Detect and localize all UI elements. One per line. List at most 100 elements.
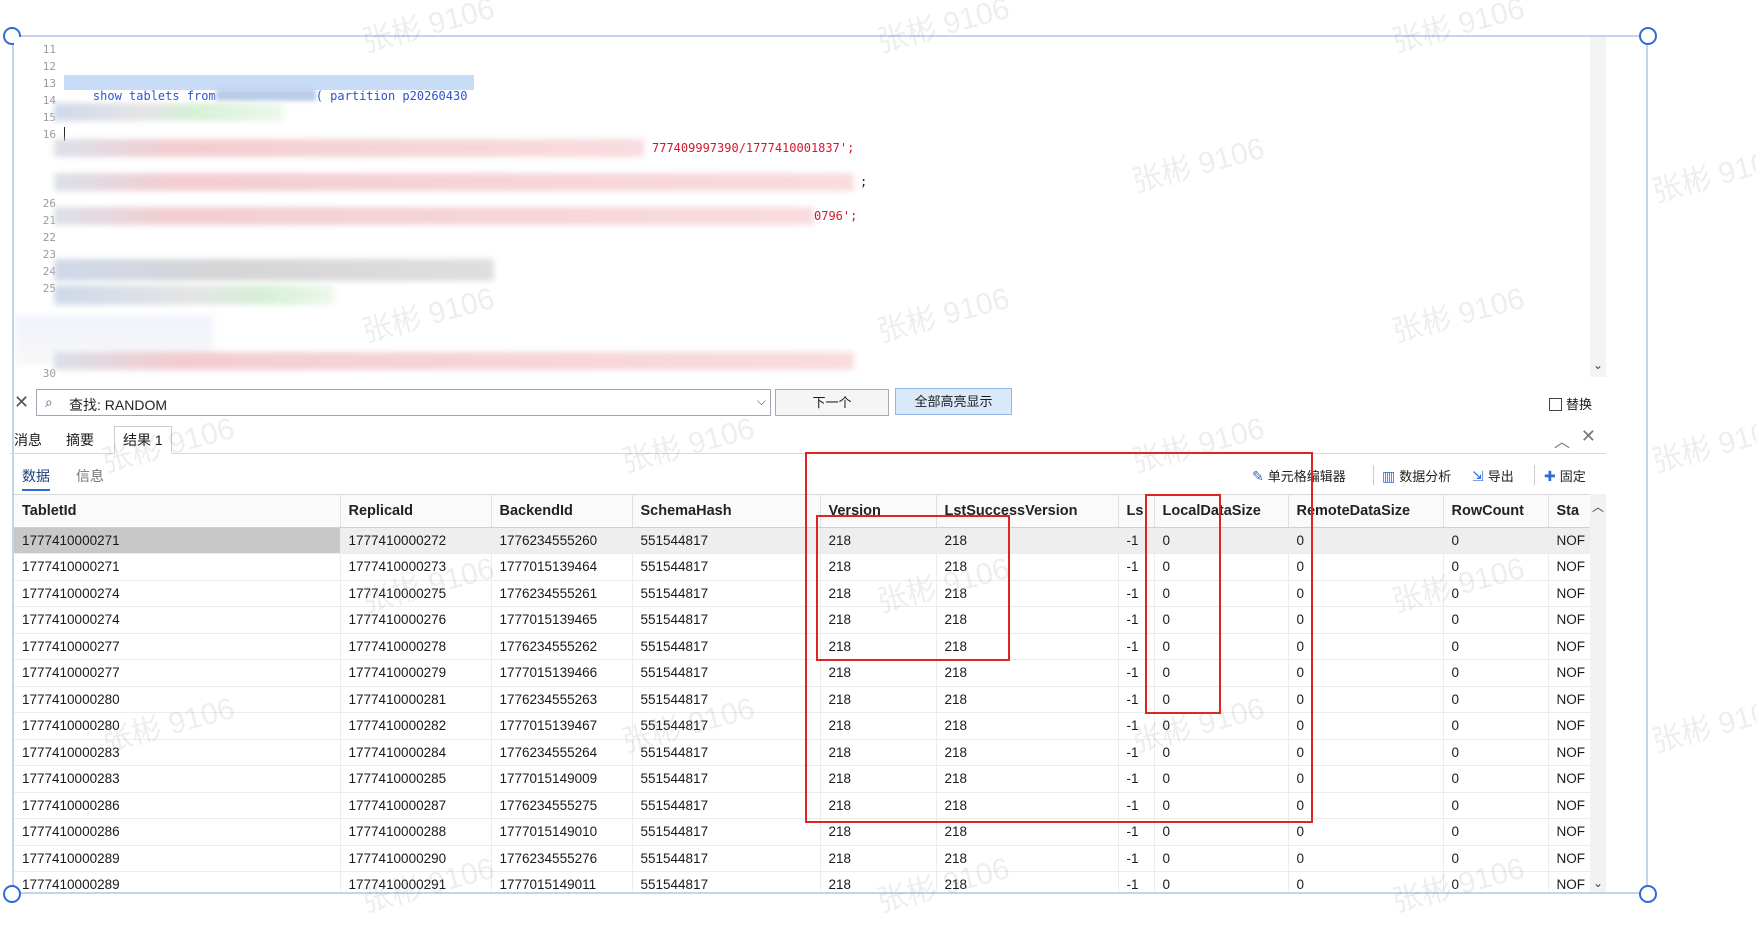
resize-handle-top-right[interactable] (1639, 27, 1657, 45)
table-row[interactable]: 1777410000289 1777410000291 1777015149011 5… (14, 871, 1591, 892)
table-row[interactable]: 1777410000277 1777410000278 1776234555262 5… (14, 633, 1591, 660)
table-row[interactable]: 1777410000271 1777410000272 1776234555260 5… (14, 527, 1591, 554)
table-cell[interactable]: 0 (1288, 871, 1444, 892)
table-cell[interactable]: 1777015139464 (491, 553, 633, 581)
editor-scrollbar[interactable] (1590, 37, 1606, 377)
table-cell[interactable]: 0 (1443, 686, 1549, 713)
table-cell[interactable]: 1777410000274 (14, 606, 341, 634)
table-cell[interactable]: 1777410000280 (14, 686, 341, 713)
table-cell[interactable]: -1 (1118, 845, 1155, 872)
table-cell[interactable]: 1777410000279 (340, 659, 492, 687)
table-cell[interactable]: NOF (1548, 712, 1591, 740)
table-cell[interactable]: NOF (1548, 580, 1591, 607)
table-cell[interactable]: 1777410000272 (340, 527, 492, 554)
table-cell[interactable]: 551544817 (632, 712, 821, 740)
table-cell[interactable]: 551544817 (632, 818, 821, 846)
table-cell[interactable]: 0 (1154, 871, 1289, 892)
table-row[interactable]: 1777410000271 1777410000273 1777015139464 5… (14, 553, 1591, 581)
table-cell[interactable]: 1777410000286 (14, 792, 341, 819)
table-cell[interactable]: 1777015139466 (491, 659, 633, 687)
table-cell[interactable]: 1777410000280 (14, 712, 341, 740)
column-header[interactable]: RowCount (1443, 495, 1549, 528)
subtab-info[interactable]: 信息 (76, 466, 104, 486)
table-cell[interactable]: 0 (1443, 739, 1549, 766)
table-cell[interactable]: 1777410000278 (340, 633, 492, 660)
table-cell[interactable]: 0 (1154, 845, 1289, 872)
close-panel-icon[interactable]: ✕ (1581, 426, 1596, 447)
scroll-up-icon[interactable]: ︿ (1590, 498, 1606, 515)
table-cell[interactable]: 1777410000288 (340, 818, 492, 846)
table-cell[interactable]: 1777410000291 (340, 871, 492, 892)
find-next-button[interactable]: 下一个 (775, 389, 889, 416)
table-cell[interactable]: 0 (1443, 580, 1549, 607)
table-cell[interactable]: 551544817 (632, 845, 821, 872)
table-cell[interactable]: 1777410000289 (14, 871, 341, 892)
table-cell[interactable]: 551544817 (632, 633, 821, 660)
table-cell[interactable]: NOF (1548, 686, 1591, 713)
table-cell[interactable]: NOF (1548, 871, 1591, 892)
table-cell[interactable]: 0 (1443, 871, 1549, 892)
table-cell[interactable]: 551544817 (632, 659, 821, 687)
collapse-up-icon[interactable]: ︿ (1554, 428, 1570, 452)
table-row[interactable]: 1777410000289 1777410000290 1776234555276 5… (14, 845, 1591, 872)
table-cell[interactable]: NOF (1548, 527, 1591, 554)
table-row[interactable]: 1777410000286 1777410000288 1777015149010 5… (14, 818, 1591, 846)
table-cell[interactable]: 1777410000287 (340, 792, 492, 819)
grid-scrollbar[interactable] (1590, 494, 1606, 892)
table-cell[interactable]: 1777015149010 (491, 818, 633, 846)
table-row[interactable]: 1777410000280 1777410000281 1776234555263 5… (14, 686, 1591, 713)
chevron-down-icon[interactable]: ⌵ (757, 394, 766, 409)
table-cell[interactable]: 551544817 (632, 580, 821, 607)
table-cell[interactable]: 1777410000273 (340, 553, 492, 581)
table-cell[interactable]: 1776234555260 (491, 527, 633, 554)
table-cell[interactable]: 218 (820, 871, 937, 892)
table-cell[interactable]: 1777410000283 (14, 739, 341, 766)
table-cell[interactable]: 1777015139465 (491, 606, 633, 634)
table-cell[interactable]: 0 (1443, 606, 1549, 634)
table-cell[interactable]: 551544817 (632, 765, 821, 793)
table-row[interactable]: 1777410000280 1777410000282 1777015139467 5… (14, 712, 1591, 740)
close-icon[interactable]: ✕ (14, 392, 29, 413)
table-cell[interactable]: 1776234555276 (491, 845, 633, 872)
table-cell[interactable]: 218 (936, 871, 1119, 892)
table-row[interactable]: 1777410000274 1777410000275 1776234555261 5… (14, 580, 1591, 607)
table-cell[interactable]: 1777410000271 (14, 553, 341, 581)
replace-checkbox[interactable]: 替换 (1548, 394, 1592, 413)
table-cell[interactable]: 1777410000282 (340, 712, 492, 740)
column-header[interactable]: ReplicaId (340, 495, 492, 528)
table-cell[interactable]: 551544817 (632, 792, 821, 819)
table-cell[interactable]: 0 (1443, 845, 1549, 872)
table-cell[interactable]: 0 (1443, 553, 1549, 581)
pin-button[interactable]: ✚ 固定 (1544, 466, 1586, 485)
table-cell[interactable]: 1777410000286 (14, 818, 341, 846)
table-cell[interactable]: 0 (1288, 845, 1444, 872)
table-cell[interactable]: 0 (1443, 818, 1549, 846)
table-cell[interactable]: 1777410000275 (340, 580, 492, 607)
export-button[interactable]: ⇲ 导出 (1472, 466, 1514, 485)
scroll-down-icon[interactable]: ⌄ (1590, 358, 1606, 372)
table-cell[interactable]: 1777410000271 (14, 527, 341, 554)
table-row[interactable]: 1777410000274 1777410000276 1777015139465 5… (14, 606, 1591, 634)
data-analysis-button[interactable]: ▥ 数据分析 (1382, 466, 1451, 485)
table-cell[interactable]: 0 (1443, 633, 1549, 660)
find-input[interactable]: ⌕ 查找: RANDOM ⌵ (36, 389, 771, 416)
table-cell[interactable]: 1777410000277 (14, 659, 341, 687)
table-cell[interactable]: NOF (1548, 765, 1591, 793)
sql-editor[interactable]: 11 12 13 14 15 16 26 21 22 23 24 25 30 s… (14, 37, 1606, 377)
table-row[interactable]: 1777410000286 1777410000287 1776234555275 5… (14, 792, 1591, 819)
table-row[interactable]: 1777410000283 1777410000285 1777015149009 5… (14, 765, 1591, 793)
scroll-down-icon[interactable]: ⌄ (1590, 876, 1606, 890)
table-cell[interactable]: 218 (936, 845, 1119, 872)
table-cell[interactable]: 1777410000283 (14, 765, 341, 793)
table-cell[interactable]: NOF (1548, 739, 1591, 766)
table-cell[interactable]: 1776234555262 (491, 633, 633, 660)
table-cell[interactable]: 551544817 (632, 686, 821, 713)
table-cell[interactable]: NOF (1548, 633, 1591, 660)
table-cell[interactable]: 0 (1443, 527, 1549, 554)
table-cell[interactable]: 0 (1443, 659, 1549, 687)
table-row[interactable]: 1777410000277 1777410000279 1777015139466 5… (14, 659, 1591, 687)
table-cell[interactable]: 1777410000274 (14, 580, 341, 607)
table-row[interactable]: 1777410000283 1777410000284 1776234555264 5… (14, 739, 1591, 766)
column-header[interactable]: BackendId (491, 495, 633, 528)
selected-statement[interactable]: show tablets from( partition p20260430 (64, 75, 474, 103)
